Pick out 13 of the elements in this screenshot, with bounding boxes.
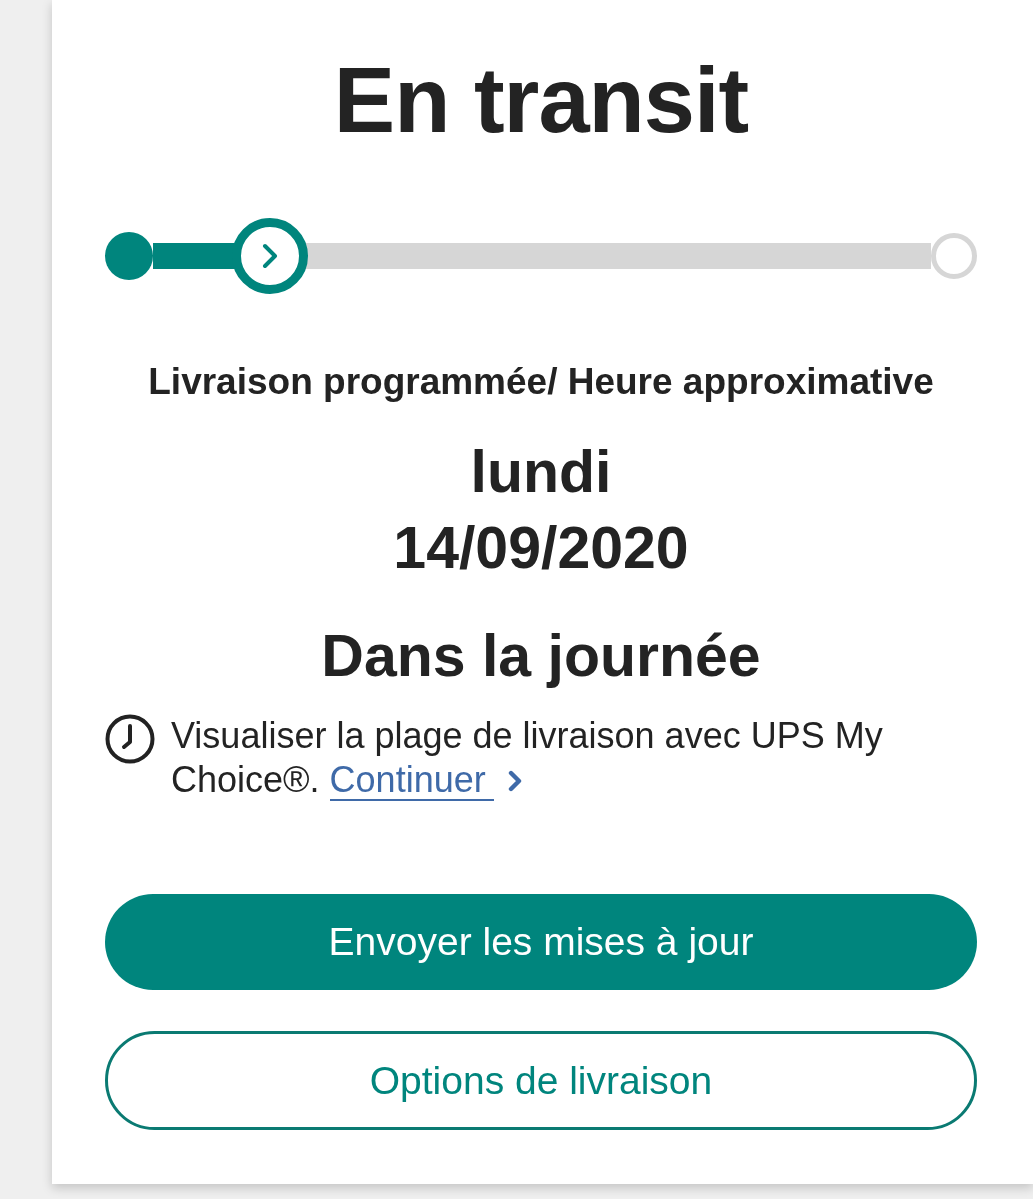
delivery-window: Dans la journée	[105, 618, 977, 694]
clock-icon	[105, 714, 155, 764]
delivery-date: 14/09/2020	[392, 514, 690, 583]
delivery-label: Livraison programmée/ Heure approximative	[147, 360, 935, 404]
status-title: En transit	[332, 50, 750, 150]
chevron-right-icon	[507, 770, 522, 792]
my-choice-note: Visualiser la plage de livraison avec UPS My Choice®. Continuer	[171, 714, 884, 802]
send-updates-button[interactable]: Envoyer les mises à jour	[105, 894, 977, 990]
delivery-day: lundi	[105, 434, 977, 510]
continue-link[interactable]: Continuer	[329, 761, 522, 801]
start-step-dot-icon	[105, 232, 153, 280]
delivery-options-button[interactable]: Options de livraison	[105, 1031, 977, 1130]
end-step-circle-icon	[931, 233, 977, 279]
